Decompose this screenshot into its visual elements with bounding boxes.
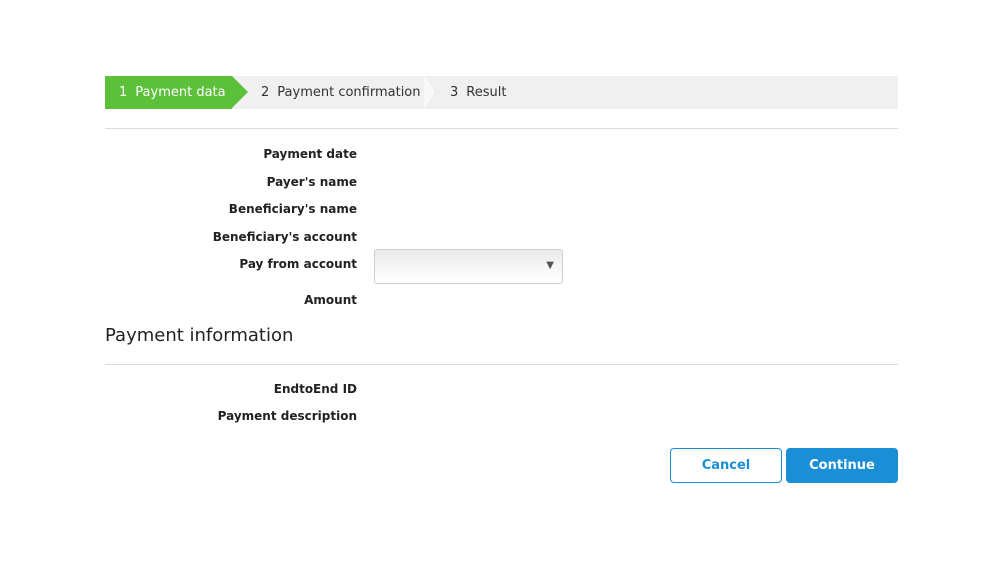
cancel-button[interactable]: Cancel	[670, 448, 782, 483]
payment-date-label: Payment date	[263, 147, 357, 161]
step-payment-data: 1 Payment data	[105, 76, 248, 109]
progress-stepper: 1 Payment data 2 Payment confirmation 3 …	[105, 76, 898, 109]
amount-label: Amount	[304, 293, 357, 307]
chevron-down-icon: ▼	[546, 260, 554, 271]
payment-description-label: Payment description	[217, 409, 357, 423]
pay-from-account-select[interactable]: ▼	[374, 249, 563, 284]
step-label: Payment data	[135, 85, 226, 100]
step-number: 1	[119, 85, 128, 100]
endtoend-id-label: EndtoEnd ID	[273, 382, 357, 396]
step-label: Result	[466, 85, 507, 100]
beneficiary-account-label: Beneficiary's account	[212, 230, 357, 244]
step-payment-confirmation: 2 Payment confirmation	[232, 76, 437, 109]
step-number: 2	[261, 85, 270, 100]
payment-information-title: Payment information	[105, 325, 294, 346]
step-number: 3	[450, 85, 459, 100]
payment-page: 1 Payment data 2 Payment confirmation 3 …	[0, 0, 1008, 588]
payer-name-label: Payer's name	[266, 175, 357, 189]
section-divider	[105, 128, 898, 129]
section-divider	[105, 364, 898, 365]
pay-from-account-label: Pay from account	[239, 257, 357, 271]
beneficiary-name-label: Beneficiary's name	[228, 202, 357, 216]
step-label: Payment confirmation	[277, 85, 421, 100]
continue-button[interactable]: Continue	[786, 448, 898, 483]
